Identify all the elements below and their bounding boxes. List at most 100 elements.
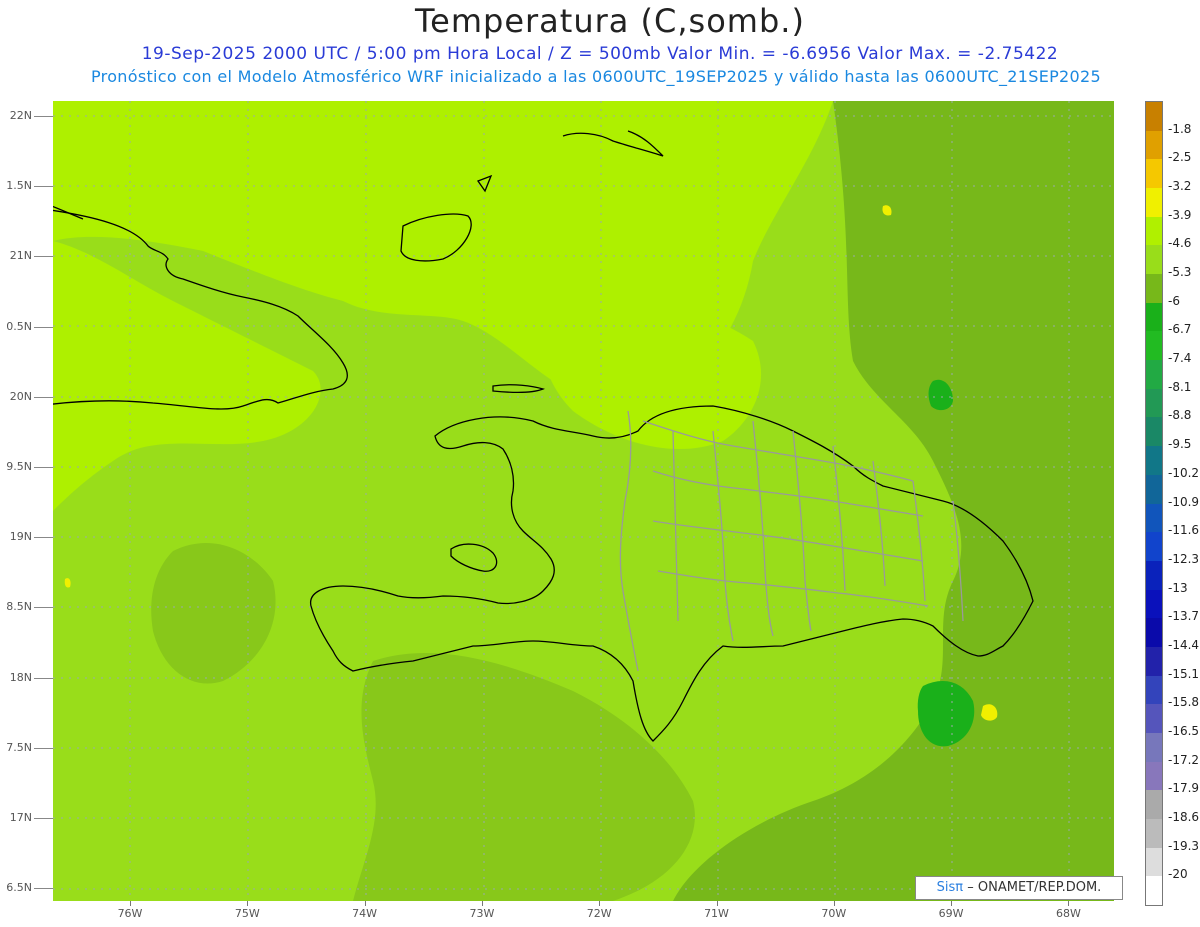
colorbar-segment <box>1146 360 1162 390</box>
longitude-label: 72W <box>586 907 612 920</box>
longitude-tick <box>951 901 953 906</box>
colorbar-label: -17.2 <box>1168 752 1200 767</box>
colorbar <box>1145 101 1163 906</box>
colorbar-label: -10.9 <box>1168 494 1200 509</box>
colorbar-segment <box>1146 818 1162 849</box>
credit-sis: Sisπ <box>936 880 964 895</box>
colorbar-label: -13.7 <box>1168 609 1200 624</box>
colorbar-label: -6 <box>1168 293 1180 308</box>
colorbar-label: -11.6 <box>1168 523 1200 538</box>
colorbar-label: -5.3 <box>1168 265 1192 280</box>
longitude-tick <box>1068 901 1070 906</box>
longitude-tick <box>247 901 249 906</box>
colorbar-segment <box>1146 503 1162 533</box>
colorbar-label: -7.4 <box>1168 351 1192 366</box>
latitude-label: 20N <box>9 389 32 403</box>
latitude-tick <box>34 747 53 749</box>
longitude-label: 70W <box>821 907 847 920</box>
map-subtitle-model: Pronóstico con el Modelo Atmosférico WRF… <box>91 67 1101 86</box>
colorbar-segment <box>1146 388 1162 418</box>
latitude-tick <box>34 818 53 819</box>
longitude-tick <box>599 901 601 906</box>
longitude-label: 71W <box>704 907 729 920</box>
colorbar-label: -17.9 <box>1168 781 1200 796</box>
colorbar-segment <box>1146 790 1162 820</box>
colorbar-label: -16.5 <box>1168 723 1200 738</box>
longitude-tick <box>716 901 718 906</box>
colorbar-segment <box>1146 159 1162 189</box>
colorbar-segment <box>1146 704 1162 734</box>
latitude-label: 0.5N <box>6 319 32 333</box>
latitude-tick <box>34 256 53 258</box>
latitude-tick <box>34 677 53 679</box>
longitude-tick <box>364 901 366 906</box>
latitude-tick <box>34 116 53 117</box>
colorbar-segment <box>1146 216 1162 246</box>
credit-org: – ONAMET/REP.DOM. <box>967 880 1102 895</box>
colorbar-segment <box>1146 474 1162 504</box>
colorbar-segment <box>1146 188 1162 218</box>
colorbar-segment <box>1146 560 1162 591</box>
colorbar-label: -2.5 <box>1168 150 1192 165</box>
colorbar-segment <box>1146 446 1162 476</box>
colorbar-segment <box>1146 618 1162 648</box>
colorbar-segment <box>1146 331 1162 361</box>
colorbar-label: -8.1 <box>1168 379 1192 394</box>
colorbar-segment <box>1146 102 1162 132</box>
colorbar-label: -3.2 <box>1168 179 1192 194</box>
colorbar-label: -10.2 <box>1168 465 1200 480</box>
longitude-tick <box>833 901 835 906</box>
colorbar-segment <box>1146 761 1162 791</box>
colorbar-segment <box>1146 589 1162 619</box>
longitude-label: 73W <box>469 907 495 920</box>
latitude-label: 1.5N <box>6 179 32 193</box>
map-subtitle-time: 19-Sep-2025 2000 UTC / 5:00 pm Hora Loca… <box>141 44 1059 64</box>
colorbar-segment <box>1146 732 1162 763</box>
colorbar-label: -4.6 <box>1168 236 1192 251</box>
colorbar-segment <box>1146 675 1162 705</box>
longitude-label: 69W <box>938 907 964 920</box>
credit-box: Sisπ – ONAMET/REP.DOM. <box>915 876 1123 900</box>
map-title: Temperatura (C,somb.) <box>415 2 805 40</box>
colorbar-segment <box>1146 646 1162 677</box>
longitude-label: 68W <box>1055 907 1081 920</box>
colorbar-label: -12.3 <box>1168 551 1200 566</box>
latitude-tick <box>34 326 53 328</box>
longitude-label: 74W <box>352 907 378 920</box>
colorbar-label: -8.8 <box>1168 408 1192 423</box>
latitude-tick <box>34 186 53 188</box>
colorbar-label: -15.1 <box>1168 666 1200 681</box>
latitude-tick <box>34 467 53 468</box>
latitude-label: 17N <box>9 811 32 824</box>
latitude-label: 19N <box>9 530 32 544</box>
colorbar-label: -1.8 <box>1168 121 1192 136</box>
colorbar-label: -20 <box>1168 867 1188 882</box>
colorbar-label: -18.6 <box>1168 809 1200 824</box>
colorbar-label: -15.8 <box>1168 695 1200 710</box>
colorbar-label: -14.4 <box>1168 637 1200 652</box>
latitude-label: 6.5N <box>6 881 32 895</box>
colorbar-label: -19.3 <box>1168 838 1200 853</box>
colorbar-segment <box>1146 302 1162 332</box>
colorbar-label: -6.7 <box>1168 322 1192 337</box>
latitude-tick <box>34 396 53 398</box>
colorbar-segment <box>1146 417 1162 447</box>
longitude-label: 76W <box>117 907 143 920</box>
colorbar-segment <box>1146 876 1162 906</box>
colorbar-segment <box>1146 274 1162 304</box>
latitude-label: 8.5N <box>6 600 32 614</box>
colorbar-label: -9.5 <box>1168 437 1192 452</box>
colorbar-segment <box>1146 245 1162 275</box>
colorbar-label: -3.9 <box>1168 207 1192 222</box>
map-canvas <box>53 101 1114 901</box>
temperature-map <box>53 101 1114 901</box>
colorbar-segment <box>1146 130 1162 160</box>
latitude-tick <box>34 537 53 539</box>
latitude-tick <box>34 607 53 609</box>
latitude-label: 21N <box>9 249 32 263</box>
colorbar-segment <box>1146 847 1162 877</box>
latitude-label: 7.5N <box>6 740 32 754</box>
latitude-tick <box>34 888 53 890</box>
latitude-label: 22N <box>9 109 32 122</box>
latitude-label: 18N <box>9 670 32 684</box>
